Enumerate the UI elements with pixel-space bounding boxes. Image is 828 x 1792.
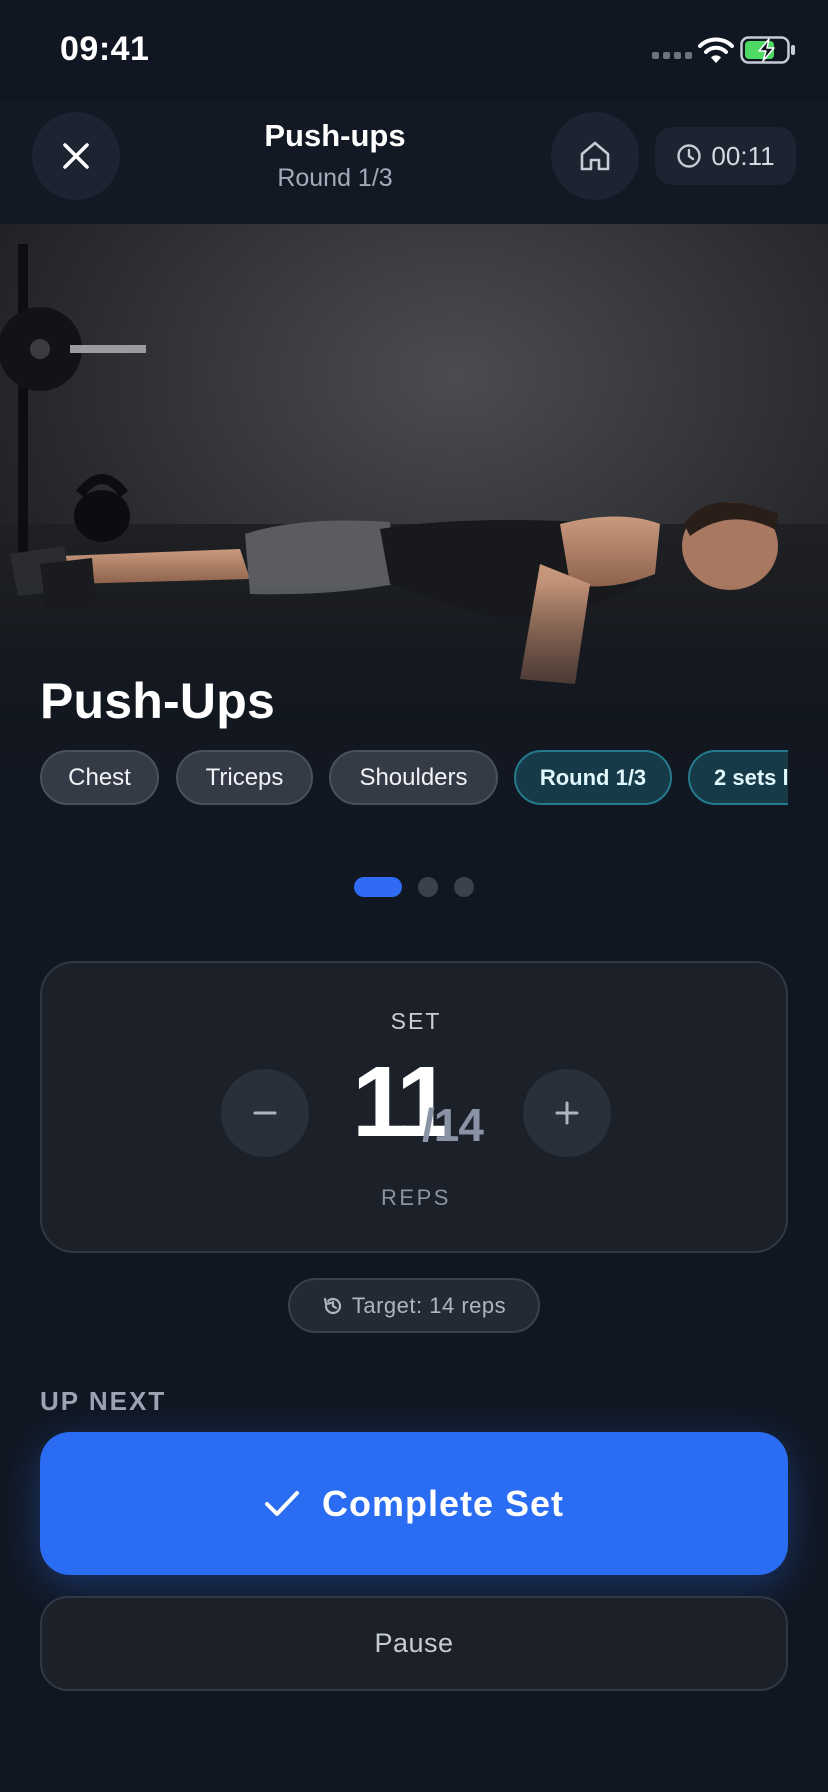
complete-set-button[interactable]: Complete Set [40,1432,788,1575]
target-text: Target: 14 reps [351,1292,507,1318]
set-counter-card: SET 11 /14 REPS [40,961,788,1253]
clock-icon [677,144,702,168]
pager-dot-1[interactable] [354,877,402,897]
up-next-label: UP NEXT [40,1386,167,1416]
home-icon [580,141,610,171]
home-button[interactable] [551,112,639,200]
pause-label: Pause [374,1628,454,1658]
target-reps: /14 [422,1099,484,1151]
tag-sets: 2 sets l [688,750,788,805]
pause-button[interactable]: Pause [40,1596,788,1691]
complete-set-label: Complete Set [321,1482,565,1524]
workout-header: Push-ups Round 1/3 00:11 [0,100,828,224]
plus-icon [555,1101,579,1125]
exercise-name: Push-Ups [40,673,275,729]
tag-triceps: Triceps [176,750,313,805]
exercise-hero: Push-Ups Chest Triceps Shoulders Round 1… [0,224,828,830]
timer-value: 00:11 [711,140,775,171]
tag-chest: Chest [40,750,159,805]
elapsed-timer: 00:11 [655,127,796,185]
workout-screen: 09:41 Push-ups Round 1/3 00:11 Push-Ups … [0,0,828,1792]
set-label: SET [390,1008,442,1034]
battery-charging-icon [740,36,795,64]
minus-icon [253,1111,277,1115]
pager-dot-3[interactable] [454,877,474,897]
tag-shoulders: Shoulders [329,750,498,805]
tag-round: Round 1/3 [514,750,672,805]
wifi-icon [698,37,734,63]
cellular-signal-icon [652,52,692,59]
target-badge: Target: 14 reps [288,1278,540,1333]
pager-dot-2[interactable] [418,877,438,897]
increment-reps-button[interactable] [523,1069,611,1157]
checkmark-icon [264,1490,299,1516]
status-time: 09:41 [60,30,150,68]
reps-unit-label: REPS [381,1185,451,1210]
history-icon [323,1297,341,1314]
status-bar: 09:41 [0,0,828,100]
exercise-tags: Chest Triceps Shoulders Round 1/3 2 sets… [40,750,788,806]
decrement-reps-button[interactable] [221,1069,309,1157]
